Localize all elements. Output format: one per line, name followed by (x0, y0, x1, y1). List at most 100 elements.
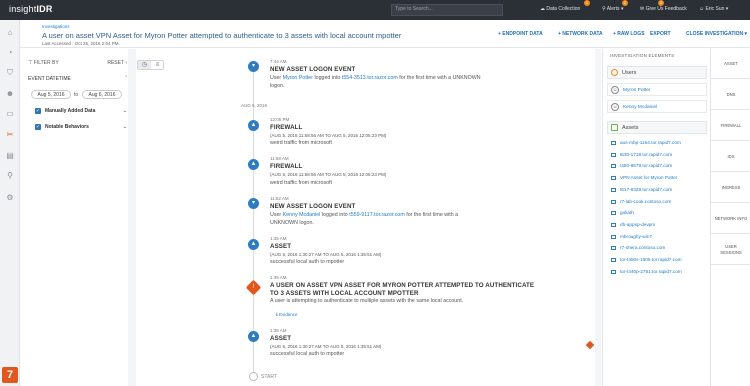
event-title-line2[interactable]: TO 3 ASSETS WITH LOCAL ACCOUNT MPOTTER (270, 290, 419, 297)
asset-label: r7-shera.contoso.com (620, 245, 666, 251)
option-label: Manually Added Data (45, 108, 96, 114)
event-title[interactable]: FIREWALL (270, 163, 302, 170)
export-button[interactable]: EXPORT (650, 31, 671, 37)
scrollbar[interactable] (595, 49, 601, 386)
user-label: Myron Potter (623, 88, 651, 93)
filter-option-manual[interactable]: ✓ Manually Added Data ⌄ (28, 108, 127, 116)
date-from-input[interactable]: Aug 5, 2016 (31, 90, 71, 99)
data-collection-menu[interactable]: ☁ Data Collection (540, 6, 580, 12)
tab-network-info[interactable]: NETWORK INFO (711, 204, 750, 234)
chevron-up-icon[interactable]: ˆ (125, 76, 127, 82)
event-title[interactable]: A USER ON ASSET VPN ASSET FOR MYRON POTT… (270, 282, 534, 289)
event-title[interactable]: ASSET (270, 243, 291, 250)
asset-item[interactable]: t617-8329.tor.rapid7.com (611, 187, 707, 195)
app-logo[interactable]: insightIDR (9, 4, 53, 14)
asset-item[interactable]: t450-8578.tor.rapid7.com (611, 163, 707, 171)
laptop-icon (611, 152, 616, 157)
view-toggle: ◷ ≡ (137, 60, 164, 70)
user-menu[interactable]: ☺ Eric Sun ▾ (699, 6, 728, 12)
left-nav: ⌂ ◔ ⛉ ☻ ▭ ✂ ▤ ⚲ ⚙ (0, 20, 20, 386)
chevron-down-icon[interactable]: ⌄ (123, 124, 127, 130)
alerts-menu[interactable]: ⚲ Alerts ▾ (602, 6, 623, 12)
asset-item[interactable]: aus-mbp-1164.tor.rapid7.com (611, 140, 707, 148)
event-desc: User Kenny Mcdaniel logged into t559-911… (270, 212, 459, 218)
date-to-input[interactable]: Aug 6, 2016 (82, 90, 122, 99)
asset-label: r7-lab-cook.contoso.com (620, 198, 672, 204)
search-icon[interactable]: ⚲ (5, 171, 15, 181)
event-desc-line2: logon. (270, 83, 285, 89)
user-item[interactable]: ☺ Myron Potter (607, 83, 707, 96)
asset-item[interactable]: goliath (611, 210, 707, 218)
tab-user-sessions[interactable]: USER SESSIONS (711, 235, 750, 265)
event-title[interactable]: FIREWALL (270, 124, 302, 131)
alerts-badge: 2 (622, 0, 628, 6)
user-item[interactable]: ☺ Kenny Mcdaniel (607, 100, 707, 113)
event-desc: User Myron Potter logged into t554-3513.… (270, 75, 481, 81)
tab-ids[interactable]: IDS (711, 142, 750, 172)
event-title[interactable]: ASSET (270, 335, 291, 342)
chevron-down-icon[interactable]: ⌄ (123, 108, 127, 114)
reset-button[interactable]: RESET ‹ (107, 60, 127, 66)
assets-section[interactable]: Assets (607, 121, 707, 134)
dashboard-icon[interactable]: ◔ (5, 48, 15, 58)
asset-label: tor-t440p-2781.tor.rapid7.com (620, 268, 682, 274)
add-network-data-button[interactable]: + NETWORK DATA (558, 31, 603, 37)
asset-label: VPN Asset for Myron Potter (620, 175, 678, 181)
asset-item[interactable]: tor-t440p-2781.tor.rapid7.com (611, 269, 707, 277)
feedback-badge: 3 (658, 0, 664, 6)
tab-firewall[interactable]: FIREWALL (711, 111, 750, 141)
feedback-menu[interactable]: ✉ Give Us Feedback (640, 6, 687, 12)
date-range: Aug 5, 2016 to Aug 6, 2016 (28, 90, 127, 100)
event-desc: successful local auth to mpotter (270, 351, 345, 357)
firewall-event-icon: ▲ (248, 120, 259, 131)
event-time: 1:35 AM (270, 328, 287, 333)
event-title[interactable]: NEW ASSET LOGON EVENT (270, 203, 355, 210)
asset-item[interactable]: t630-1718.tor.rapid7.com (611, 152, 707, 160)
breadcrumb[interactable]: Investigations (42, 24, 70, 29)
reports-icon[interactable]: ▤ (5, 151, 15, 161)
add-endpoint-data-button[interactable]: + ENDPOINT DATA (498, 31, 543, 37)
settings-gear-icon[interactable]: ⚙ (5, 193, 15, 203)
tab-dns[interactable]: DNS (711, 80, 750, 110)
tab-ingress[interactable]: INGRESS (711, 173, 750, 203)
filter-option-notable[interactable]: ✓ Notable Behaviors ⌄ (28, 124, 127, 132)
asset-link[interactable]: t559-9117.tor.razor.com (349, 212, 405, 218)
asset-item[interactable]: VPN Asset for Myron Potter (611, 175, 707, 183)
asset-link[interactable]: t554-3513.tor.razor.com (342, 75, 398, 81)
filter-title: ⊤ FILTER BY (28, 60, 59, 66)
search-input[interactable]: Type to Search... (391, 4, 503, 16)
user-link[interactable]: Kenny Mcdaniel (283, 212, 321, 218)
filter-panel: ⊤ FILTER BY RESET ‹ EVENT DATETIME ˆ Aug … (28, 56, 127, 386)
event-title[interactable]: NEW ASSET LOGON EVENT (270, 66, 355, 73)
evidence-link[interactable]: ℹ Evidence (276, 312, 297, 318)
add-raw-logs-button[interactable]: + RAW LOGS (613, 31, 645, 37)
alert-marker-icon[interactable] (585, 340, 595, 350)
tab-asset[interactable]: ASSET (711, 49, 750, 79)
user-link[interactable]: Myron Potter (283, 75, 313, 81)
asset-item[interactable]: mbroughy-win7 (611, 234, 707, 242)
checkbox[interactable]: ✓ (35, 124, 41, 130)
shield-icon[interactable]: ⛉ (5, 68, 15, 78)
section-label: Users (622, 70, 637, 76)
timeline-view-icon[interactable]: ◷ (138, 61, 151, 69)
logon-event-icon: ▾ (248, 61, 259, 72)
asset-item[interactable]: r7-shera.contoso.com (611, 245, 707, 253)
monitor-icon[interactable]: ▭ (5, 109, 15, 119)
asset-item[interactable]: r7-lab-cook.contoso.com (611, 199, 707, 207)
laptop-icon (611, 199, 616, 204)
asset-item[interactable]: dh-appsp-devpm (611, 222, 707, 230)
users-section[interactable]: Users (607, 66, 707, 79)
list-view-icon[interactable]: ≡ (151, 61, 164, 69)
close-investigation-button[interactable]: CLOSE INVESTIGATION ▾ (686, 31, 747, 37)
scrollbar[interactable] (128, 49, 136, 386)
investigations-icon[interactable]: ✂ (5, 130, 15, 140)
timeline-event: ▲ 1:35 AM ASSET (AUG 5, 2016 1:30:27 AM … (0, 0, 381, 357)
laptop-icon (611, 222, 616, 227)
laptop-icon (611, 211, 616, 216)
asset-item[interactable]: tor-t450s-1605.tor.rapid7.com (611, 257, 707, 265)
checkbox[interactable]: ✓ (35, 108, 41, 114)
panel-title: INVESTIGATION ELEMENTS (610, 53, 675, 58)
users-icon[interactable]: ☻ (5, 89, 15, 99)
event-desc: weird traffic from microsoft (270, 140, 333, 146)
home-icon[interactable]: ⌂ (5, 28, 15, 38)
